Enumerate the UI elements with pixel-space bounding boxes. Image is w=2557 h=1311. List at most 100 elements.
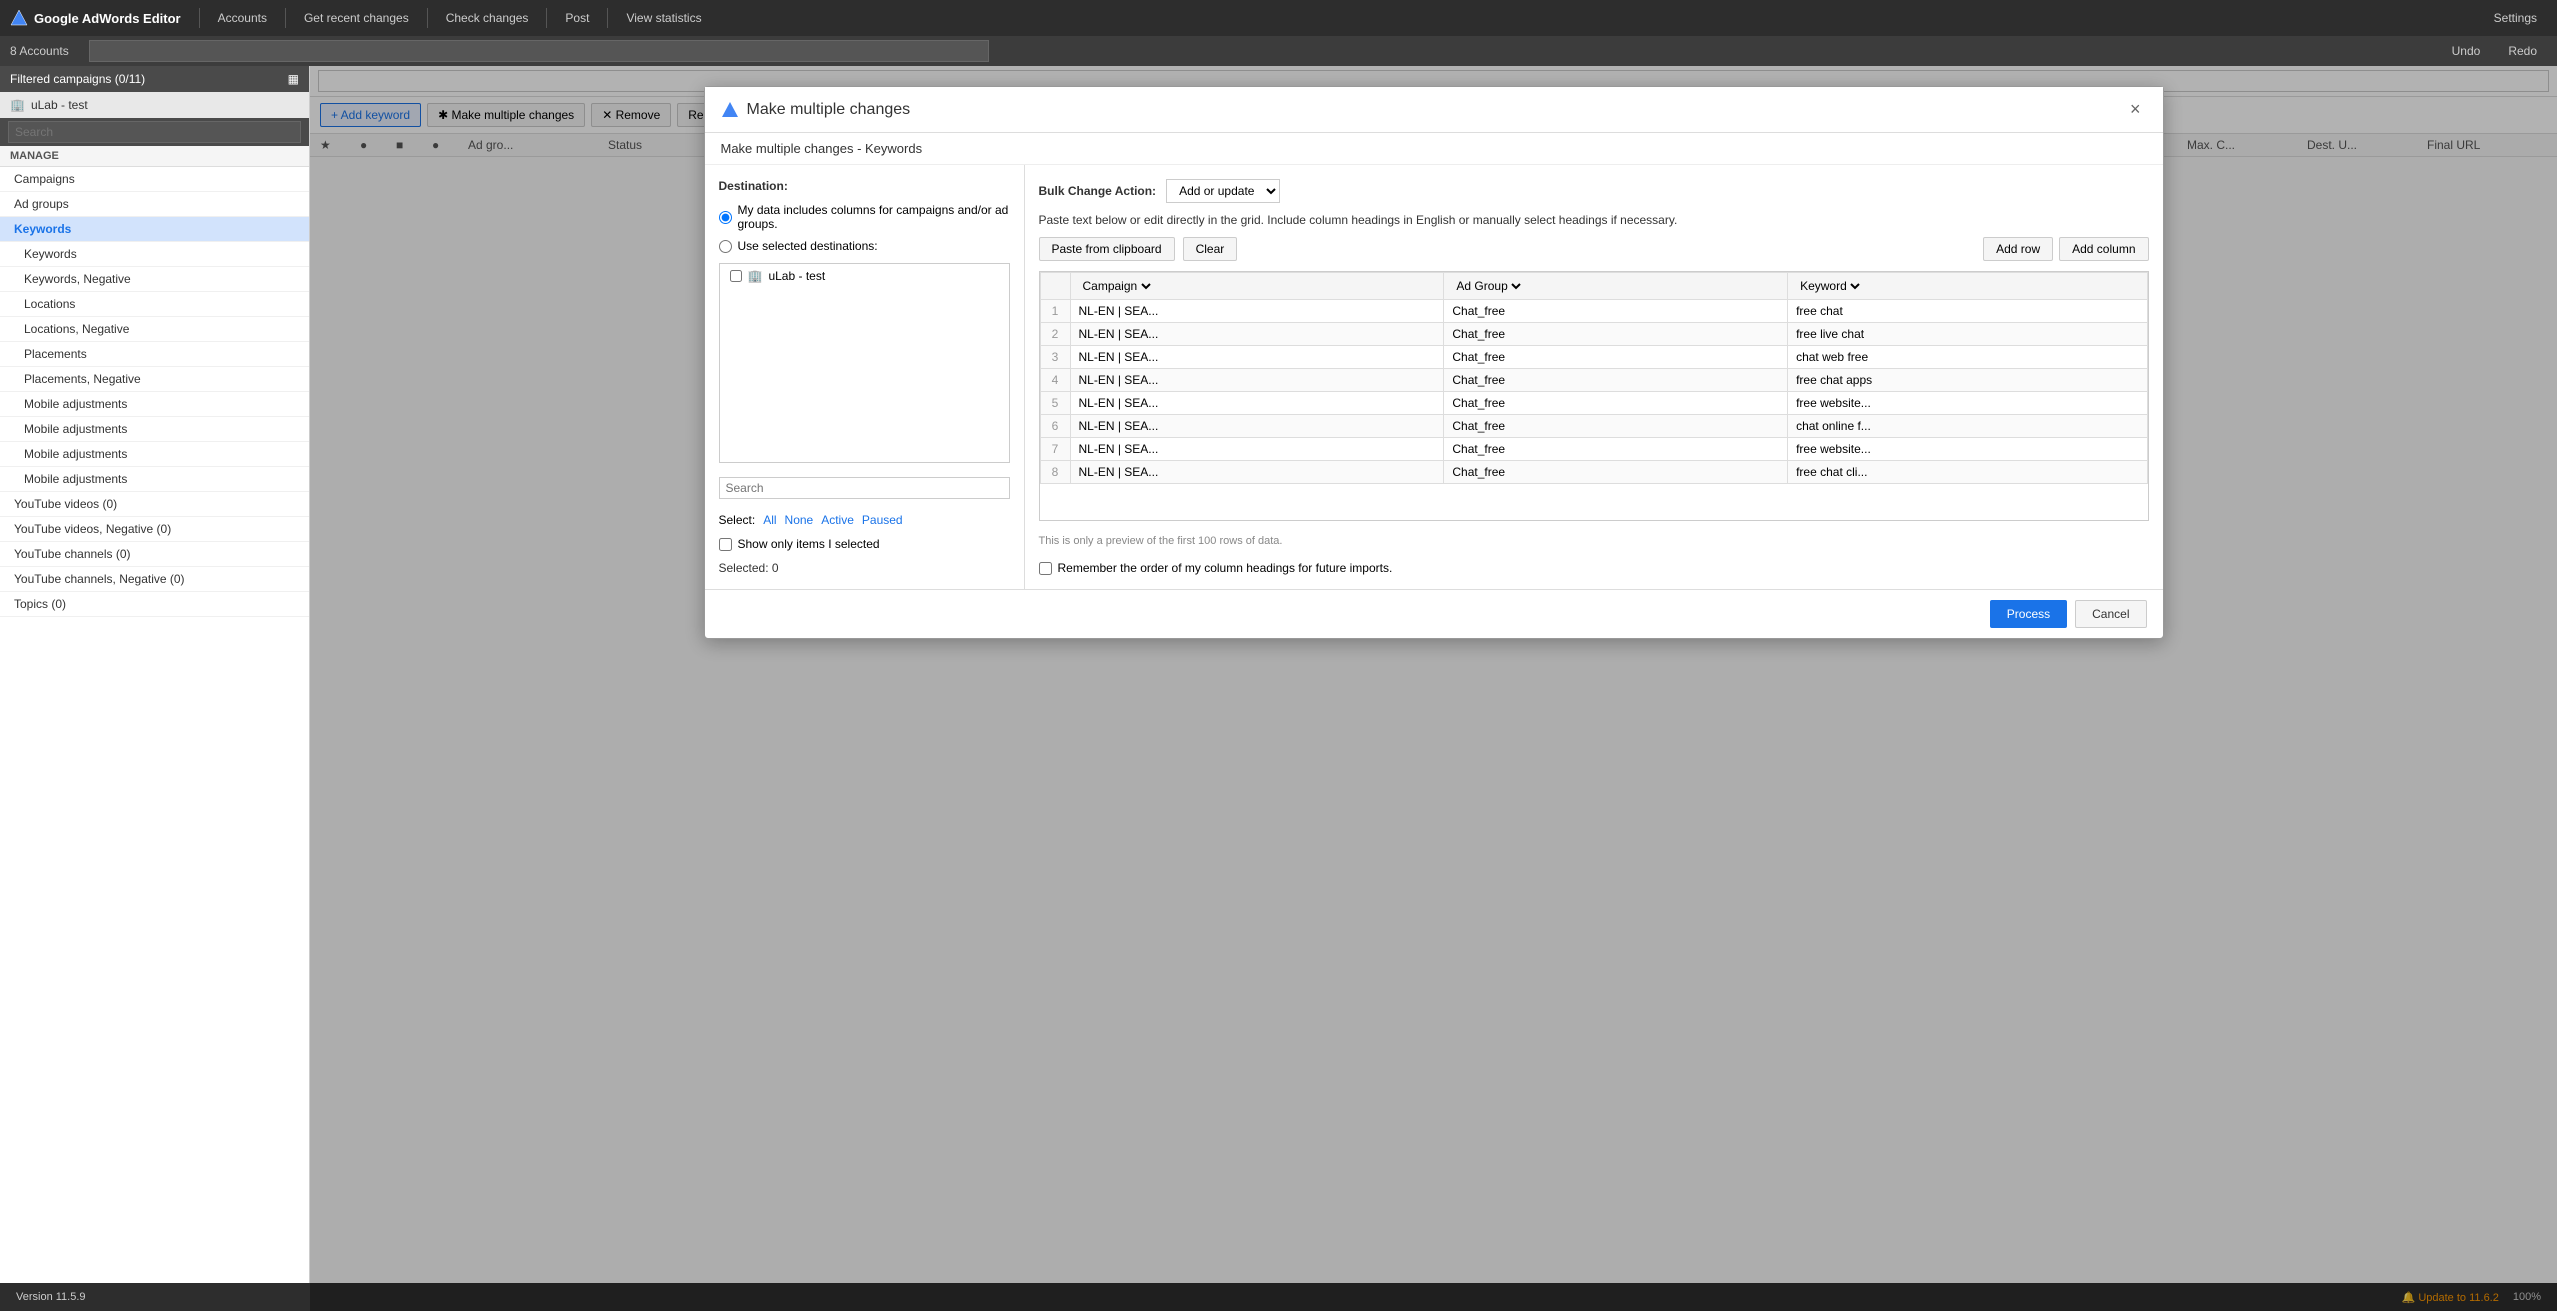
select-active-link[interactable]: Active <box>821 513 854 527</box>
sidebar-item-youtube-channels[interactable]: YouTube channels (0) <box>0 542 309 567</box>
check-changes-button[interactable]: Check changes <box>436 0 539 36</box>
sidebar-item-youtube-channels-neg[interactable]: YouTube channels, Negative (0) <box>0 567 309 592</box>
row-campaign[interactable]: NL-EN | SEA... <box>1070 461 1444 484</box>
sidebar-account-item[interactable]: 🏢 uLab - test <box>0 92 309 118</box>
manage-label: MANAGE <box>0 146 309 167</box>
ad-group-col-select[interactable]: Ad Group <box>1452 278 1524 294</box>
campaign-col-select[interactable]: Campaign <box>1079 278 1154 294</box>
sidebar-item-keywords-sub[interactable]: Keywords <box>0 242 309 267</box>
sidebar-item-youtube-videos[interactable]: YouTube videos (0) <box>0 492 309 517</box>
sidebar-item-placements-neg[interactable]: Placements, Negative <box>0 367 309 392</box>
row-campaign[interactable]: NL-EN | SEA... <box>1070 392 1444 415</box>
sidebar-item-keywords-neg[interactable]: Keywords, Negative <box>0 267 309 292</box>
sidebar-item-topics[interactable]: Topics (0) <box>0 592 309 617</box>
top-bar-right: Settings <box>2484 7 2547 29</box>
add-row-button[interactable]: Add row <box>1983 237 2053 261</box>
row-ad-group[interactable]: Chat_free <box>1444 461 1788 484</box>
dialog-footer: Process Cancel <box>705 589 2163 638</box>
view-statistics-button[interactable]: View statistics <box>616 0 711 36</box>
row-number: 1 <box>1040 300 1070 323</box>
row-ad-group[interactable]: Chat_free <box>1444 346 1788 369</box>
paste-btn-row: Paste from clipboard Clear Add row Add c… <box>1039 237 2149 261</box>
row-keyword[interactable]: free website... <box>1788 438 2147 461</box>
bulk-action-select[interactable]: Add or update <box>1166 179 1280 203</box>
sidebar-item-mobile-adj-3[interactable]: Mobile adjustments <box>0 442 309 467</box>
sidebar-item-mobile-adj-2[interactable]: Mobile adjustments <box>0 417 309 442</box>
row-campaign[interactable]: NL-EN | SEA... <box>1070 300 1444 323</box>
clear-button[interactable]: Clear <box>1183 237 1238 261</box>
row-ad-group[interactable]: Chat_free <box>1444 415 1788 438</box>
row-keyword[interactable]: free chat <box>1788 300 2147 323</box>
radio-my-data-input[interactable] <box>719 211 732 224</box>
dest-search-input[interactable] <box>719 477 1010 499</box>
table-row: 7 NL-EN | SEA... Chat_free free website.… <box>1040 438 2147 461</box>
row-keyword[interactable]: free chat cli... <box>1788 461 2147 484</box>
dest-account-name: uLab - test <box>768 269 825 283</box>
keyword-col-select[interactable]: Keyword <box>1796 278 1863 294</box>
get-recent-changes-button[interactable]: Get recent changes <box>294 0 419 36</box>
col-row-num <box>1040 273 1070 300</box>
radio-use-selected[interactable]: Use selected destinations: <box>719 239 1010 253</box>
sidebar-filter-icon[interactable]: ▦ <box>288 72 299 86</box>
row-number: 2 <box>1040 323 1070 346</box>
dialog-close-button[interactable]: × <box>2124 97 2147 122</box>
app-name: Google AdWords Editor <box>34 11 181 26</box>
sidebar-item-placements[interactable]: Placements <box>0 342 309 367</box>
add-column-button[interactable]: Add column <box>2059 237 2148 261</box>
table-row: 5 NL-EN | SEA... Chat_free free website.… <box>1040 392 2147 415</box>
make-multiple-changes-dialog: Make multiple changes × Make multiple ch… <box>704 86 2164 639</box>
row-campaign[interactable]: NL-EN | SEA... <box>1070 346 1444 369</box>
row-campaign[interactable]: NL-EN | SEA... <box>1070 415 1444 438</box>
select-none-link[interactable]: None <box>785 513 814 527</box>
table-row: 2 NL-EN | SEA... Chat_free free live cha… <box>1040 323 2147 346</box>
sidebar-item-locations-neg[interactable]: Locations, Negative <box>0 317 309 342</box>
remember-checkbox[interactable] <box>1039 562 1052 575</box>
sidebar-item-mobile-adj-1[interactable]: Mobile adjustments <box>0 392 309 417</box>
row-campaign[interactable]: NL-EN | SEA... <box>1070 369 1444 392</box>
col-header-keyword: Keyword <box>1788 273 2147 300</box>
row-ad-group[interactable]: Chat_free <box>1444 300 1788 323</box>
accounts-bar: 8 Accounts Undo Redo <box>0 36 2557 66</box>
dialog-title-text: Make multiple changes <box>747 101 911 119</box>
redo-button[interactable]: Redo <box>2498 40 2547 62</box>
sidebar-item-mobile-adj-4[interactable]: Mobile adjustments <box>0 467 309 492</box>
dest-account-checkbox[interactable] <box>730 270 742 282</box>
accounts-button[interactable]: Accounts <box>208 0 277 36</box>
radio-my-data[interactable]: My data includes columns for campaigns a… <box>719 203 1010 231</box>
sidebar-item-locations[interactable]: Locations <box>0 292 309 317</box>
separator <box>546 8 547 28</box>
table-row: 3 NL-EN | SEA... Chat_free chat web free <box>1040 346 2147 369</box>
separator <box>285 8 286 28</box>
select-all-link[interactable]: All <box>763 513 776 527</box>
dialog-title: Make multiple changes <box>721 101 911 119</box>
process-button[interactable]: Process <box>1990 600 2067 628</box>
row-campaign[interactable]: NL-EN | SEA... <box>1070 438 1444 461</box>
row-ad-group[interactable]: Chat_free <box>1444 392 1788 415</box>
row-keyword[interactable]: free website... <box>1788 392 2147 415</box>
row-campaign[interactable]: NL-EN | SEA... <box>1070 323 1444 346</box>
settings-button[interactable]: Settings <box>2484 7 2547 29</box>
sidebar-item-youtube-videos-neg[interactable]: YouTube videos, Negative (0) <box>0 517 309 542</box>
sidebar-item-keywords[interactable]: Keywords <box>0 217 309 242</box>
sidebar-item-campaigns[interactable]: Campaigns <box>0 167 309 192</box>
row-ad-group[interactable]: Chat_free <box>1444 438 1788 461</box>
row-keyword[interactable]: free chat apps <box>1788 369 2147 392</box>
radio-use-selected-input[interactable] <box>719 240 732 253</box>
cancel-button[interactable]: Cancel <box>2075 600 2146 628</box>
dest-account-item[interactable]: 🏢 uLab - test <box>720 264 1009 288</box>
row-ad-group[interactable]: Chat_free <box>1444 369 1788 392</box>
show-only-checkbox[interactable] <box>719 538 732 551</box>
separator <box>199 8 200 28</box>
row-keyword[interactable]: free live chat <box>1788 323 2147 346</box>
global-search-input[interactable] <box>89 40 989 62</box>
row-keyword[interactable]: chat online f... <box>1788 415 2147 438</box>
sidebar-search-input[interactable] <box>8 121 301 143</box>
paste-from-clipboard-button[interactable]: Paste from clipboard <box>1039 237 1175 261</box>
post-button[interactable]: Post <box>555 0 599 36</box>
row-ad-group[interactable]: Chat_free <box>1444 323 1788 346</box>
select-paused-link[interactable]: Paused <box>862 513 903 527</box>
sidebar-item-ad-groups[interactable]: Ad groups <box>0 192 309 217</box>
dialog-logo-icon <box>721 101 739 119</box>
row-keyword[interactable]: chat web free <box>1788 346 2147 369</box>
undo-button[interactable]: Undo <box>2442 40 2491 62</box>
